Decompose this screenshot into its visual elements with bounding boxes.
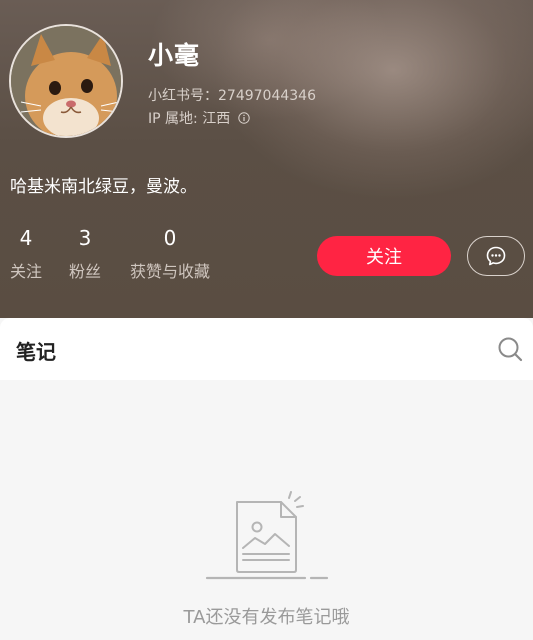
- stat-likes-label: 获赞与收藏: [129, 262, 210, 281]
- profile-name: 小毫: [148, 41, 201, 70]
- search-icon[interactable]: [497, 336, 523, 362]
- message-button[interactable]: [467, 236, 525, 276]
- stat-followers-count: 3: [78, 226, 92, 250]
- stat-likes-collections[interactable]: 0 获赞与收藏: [126, 226, 214, 282]
- notes-tab-bar: 笔记: [0, 318, 533, 380]
- chat-bubble-icon: [486, 246, 506, 266]
- cat-avatar-image: [11, 26, 121, 136]
- stat-followers[interactable]: 3 粉丝: [67, 226, 103, 282]
- ip-location-text: IP 属地: 江西: [148, 111, 231, 127]
- profile-ip-location: IP 属地: 江西: [148, 108, 250, 128]
- empty-document-icon: [205, 491, 329, 580]
- profile-id: 小红书号：27497044346: [148, 88, 316, 104]
- stat-likes-count: 0: [163, 226, 177, 250]
- profile-header: 小毫 小红书号：27497044346 IP 属地: 江西 哈基米南北绿豆，曼波…: [0, 0, 533, 318]
- stat-followers-label: 粉丝: [68, 262, 101, 281]
- profile-bio: 哈基米南北绿豆，曼波。: [10, 177, 197, 197]
- empty-state-text: TA还没有发布笔记哦: [183, 607, 350, 628]
- info-icon[interactable]: [238, 112, 250, 124]
- stat-following[interactable]: 4 关注: [8, 226, 44, 282]
- tab-notes[interactable]: 笔记: [16, 336, 56, 365]
- avatar[interactable]: [9, 24, 123, 138]
- stat-following-label: 关注: [9, 262, 42, 281]
- stat-following-count: 4: [19, 226, 33, 250]
- follow-button[interactable]: 关注: [317, 236, 451, 276]
